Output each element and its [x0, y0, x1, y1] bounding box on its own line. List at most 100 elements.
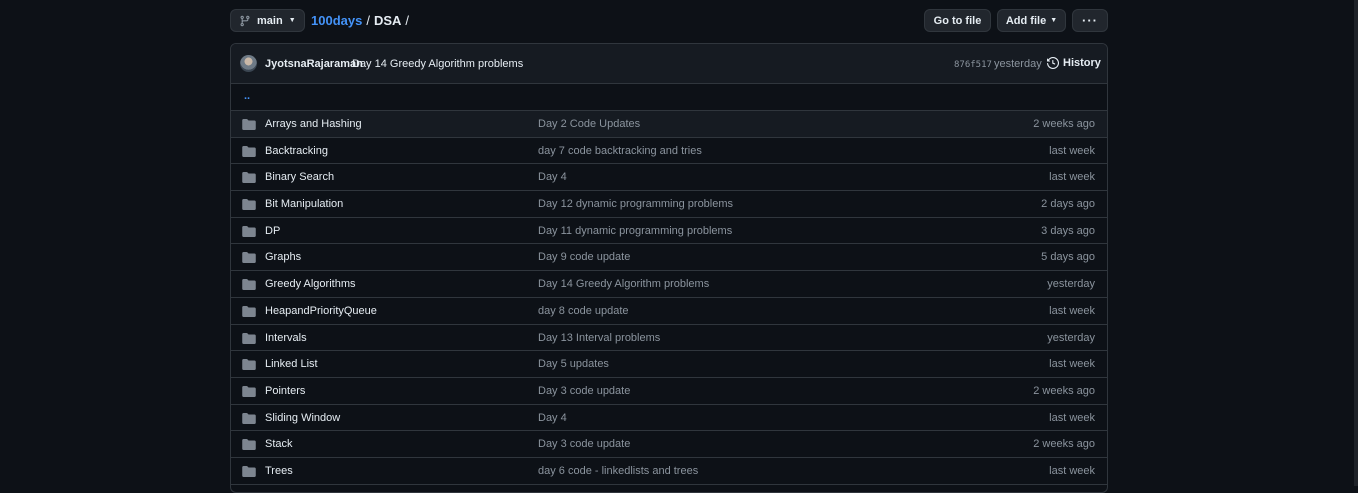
table-row[interactable]: Stack Day 3 code update 2 weeks ago: [231, 431, 1107, 458]
history-button[interactable]: History: [1047, 57, 1101, 69]
avatar[interactable]: [240, 55, 257, 72]
commit-time: last week: [1049, 358, 1095, 371]
file-list-box: JyotsnaRajaraman Day 14 Greedy Algorithm…: [230, 43, 1108, 493]
file-name-link[interactable]: Graphs: [265, 251, 301, 263]
commit-time: last week: [1049, 144, 1095, 157]
commit-time: last week: [1049, 464, 1095, 477]
file-name-link[interactable]: Linked List: [265, 358, 318, 370]
file-name-link[interactable]: Arrays and Hashing: [265, 118, 362, 130]
commit-author-link[interactable]: JyotsnaRajaraman: [265, 58, 363, 70]
folder-icon: [242, 465, 256, 477]
kebab-horizontal-icon: ···: [1082, 13, 1098, 28]
file-name-link[interactable]: HeapandPriorityQueue: [265, 305, 377, 317]
table-row[interactable]: Greedy Algorithms Day 14 Greedy Algorithm…: [231, 271, 1107, 298]
table-row[interactable]: DP Day 11 dynamic programming problems 3 d…: [231, 218, 1107, 245]
commit-message-link[interactable]: Day 14 Greedy Algorithm problems: [538, 278, 709, 290]
folder-icon: [242, 385, 256, 397]
commit-time: last week: [1049, 171, 1095, 184]
git-branch-icon: [240, 15, 250, 26]
folder-icon: [242, 225, 256, 237]
file-name-link[interactable]: Intervals: [265, 332, 307, 344]
folder-icon: [242, 279, 256, 291]
branch-selector-button[interactable]: main ▼: [230, 9, 305, 32]
table-row[interactable]: Intervals Day 13 Interval problems yesterd…: [231, 325, 1107, 352]
parent-directory-link[interactable]: ..: [244, 90, 250, 102]
more-options-button[interactable]: ···: [1072, 9, 1108, 32]
table-row[interactable]: HeapandPriorityQueue day 8 code update las…: [231, 298, 1107, 325]
commit-time: yesterday: [994, 58, 1042, 70]
table-row[interactable]: Pointers Day 3 code update 2 weeks ago: [231, 378, 1107, 405]
chevron-down-icon: ▼: [1050, 17, 1058, 24]
breadcrumb-separator: /: [405, 13, 410, 28]
breadcrumb: 100days / DSA /: [311, 13, 413, 28]
latest-commit-bar: JyotsnaRajaraman Day 14 Greedy Algorithm…: [231, 44, 1107, 84]
commit-time: 2 weeks ago: [1033, 384, 1095, 397]
commit-message-link[interactable]: Day 3 code update: [538, 438, 630, 450]
commit-time: last week: [1049, 411, 1095, 424]
file-name-link[interactable]: Binary Search: [265, 171, 334, 183]
commit-message-link[interactable]: day 8 code update: [538, 305, 629, 317]
file-rows: Arrays and Hashing Day 2 Code Updates 2 we…: [231, 111, 1107, 485]
folder-icon: [242, 119, 256, 130]
commit-time: 2 weeks ago: [1033, 438, 1095, 451]
table-row[interactable]: Sliding Window Day 4 last week: [231, 405, 1107, 432]
history-icon: [1047, 57, 1059, 69]
go-to-file-label: Go to file: [933, 14, 982, 27]
commit-time: 5 days ago: [1041, 251, 1095, 264]
commit-sha-link[interactable]: 876f517: [954, 60, 992, 70]
folder-icon: [242, 359, 256, 371]
commit-time: yesterday: [1047, 331, 1095, 344]
commit-message-link[interactable]: Day 9 code update: [538, 251, 630, 263]
table-row[interactable]: Binary Search Day 4 last week: [231, 164, 1107, 192]
repo-toolbar: main ▼ 100days / DSA / Go to file Add file ▼…: [230, 9, 1108, 32]
table-row[interactable]: Graphs Day 9 code update 5 days ago: [231, 244, 1107, 272]
table-row[interactable]: Bit Manipulation Day 12 dynamic programmi…: [231, 191, 1107, 218]
breadcrumb-current-folder: DSA: [373, 13, 402, 28]
file-name-link[interactable]: Stack: [265, 438, 293, 450]
commit-message-link[interactable]: Day 2 Code Updates: [538, 118, 640, 130]
commit-message-link[interactable]: day 7 code backtracking and tries: [538, 145, 702, 157]
table-row[interactable]: Linked List Day 5 updates last week: [231, 351, 1107, 378]
folder-icon: [242, 252, 256, 264]
scrollbar[interactable]: [1354, 0, 1358, 486]
table-row[interactable]: Backtracking day 7 code backtracking and …: [231, 138, 1107, 165]
file-name-link[interactable]: Bit Manipulation: [265, 198, 343, 210]
folder-icon: [242, 172, 256, 184]
commit-message-link[interactable]: Day 5 updates: [538, 358, 609, 370]
file-name-link[interactable]: Greedy Algorithms: [265, 278, 355, 290]
add-file-button[interactable]: Add file ▼: [997, 9, 1066, 32]
breadcrumb-separator: /: [366, 13, 370, 28]
commit-time: last week: [1049, 304, 1095, 317]
chevron-down-icon: ▼: [288, 17, 296, 24]
commit-time: yesterday: [1047, 278, 1095, 291]
file-name-link[interactable]: Sliding Window: [265, 412, 340, 424]
file-name-link[interactable]: Pointers: [265, 385, 305, 397]
table-row[interactable]: Arrays and Hashing Day 2 Code Updates 2 we…: [231, 111, 1107, 138]
file-name-link[interactable]: DP: [265, 225, 280, 237]
commit-message-link[interactable]: Day 3 code update: [538, 385, 630, 397]
commit-message-link[interactable]: Day 12 dynamic programming problems: [538, 198, 733, 210]
commit-time: 2 days ago: [1041, 198, 1095, 211]
breadcrumb-repo-link[interactable]: 100days: [311, 13, 362, 28]
commit-message-link[interactable]: Day 11 dynamic programming problems: [538, 225, 732, 237]
commit-message-link[interactable]: Day 14 Greedy Algorithm problems: [352, 58, 523, 70]
folder-icon: [242, 439, 256, 451]
history-label: History: [1063, 57, 1101, 69]
go-to-file-button[interactable]: Go to file: [924, 9, 991, 32]
parent-directory-row[interactable]: ..: [231, 84, 1107, 111]
commit-time: 2 weeks ago: [1033, 118, 1095, 130]
file-name-link[interactable]: Backtracking: [265, 145, 328, 157]
file-name-link[interactable]: Trees: [265, 465, 293, 477]
branch-label: main: [257, 14, 283, 27]
commit-message-link[interactable]: day 6 code - linkedlists and trees: [538, 465, 698, 477]
table-row[interactable]: Trees day 6 code - linkedlists and trees l…: [231, 458, 1107, 485]
folder-icon: [242, 145, 256, 157]
add-file-label: Add file: [1005, 14, 1047, 27]
commit-message-link[interactable]: Day 4: [538, 412, 567, 424]
folder-icon: [242, 412, 256, 424]
folder-icon: [242, 305, 256, 317]
folder-icon: [242, 332, 256, 344]
commit-message-link[interactable]: Day 4: [538, 171, 567, 183]
commit-message-link[interactable]: Day 13 Interval problems: [538, 332, 660, 344]
commit-time: 3 days ago: [1041, 224, 1095, 237]
